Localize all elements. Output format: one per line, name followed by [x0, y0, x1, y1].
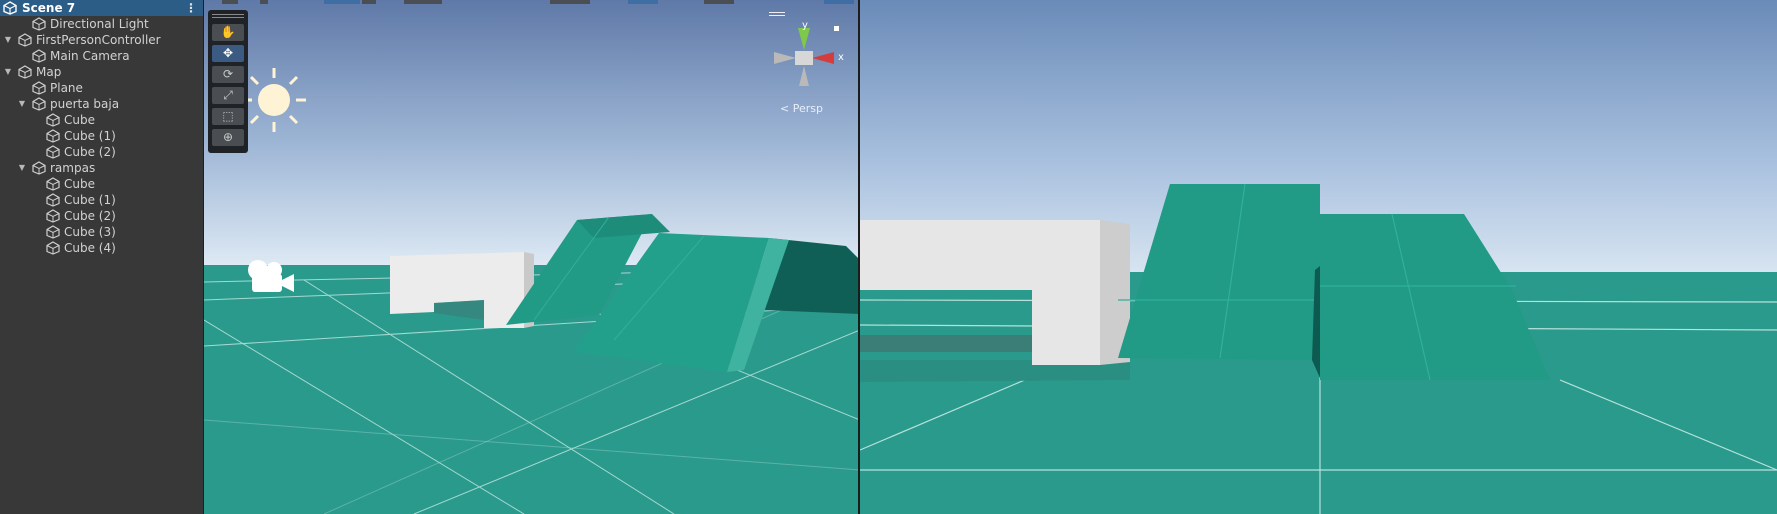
gameobject-cube-icon: [46, 209, 60, 223]
kebab-menu-icon[interactable]: ⋮: [185, 0, 197, 16]
scene-view[interactable]: y x: [204, 0, 860, 514]
gameobject-cube-icon: [32, 49, 46, 63]
foldout-arrow-icon[interactable]: ▼: [16, 160, 28, 176]
projection-text: Persp: [792, 102, 823, 115]
hierarchy-item[interactable]: Plane: [0, 80, 203, 96]
gameobject-cube-icon: [46, 177, 60, 191]
gameobject-cube-icon: [32, 97, 46, 111]
gameobject-cube-icon: [32, 17, 46, 31]
hierarchy-item-label: Plane: [50, 81, 83, 95]
toolbar-stub[interactable]: [628, 0, 658, 4]
directional-light-gizmo: [242, 68, 306, 132]
gameobject-cube-icon: [46, 129, 60, 143]
projection-label[interactable]: < Persp: [780, 102, 840, 115]
hierarchy-item-label: Main Camera: [50, 49, 130, 63]
rotate-tool[interactable]: ⟳: [212, 66, 244, 83]
palette-grip-icon[interactable]: [212, 12, 244, 20]
rotate-icon: ⟳: [222, 67, 234, 81]
gameobject-cube-icon: [46, 145, 60, 159]
hierarchy-item[interactable]: Cube (1): [0, 128, 203, 144]
toolbar-stub[interactable]: [222, 0, 238, 4]
scene-tool-palette: ✋ ✥ ⟳ ⤢ ⬚ ⊕: [208, 10, 248, 153]
unity-logo-icon: [3, 1, 17, 15]
hierarchy-item[interactable]: ▼ puerta baja: [0, 96, 203, 112]
hierarchy-item[interactable]: Directional Light: [0, 16, 203, 32]
scene-viewport-render: [204, 0, 860, 514]
scale-tool[interactable]: ⤢: [212, 87, 244, 104]
hierarchy-item[interactable]: ▼ Map: [0, 64, 203, 80]
hand-icon: ✋: [220, 25, 236, 39]
gameobject-cube-icon: [32, 81, 46, 95]
toolbar-stub[interactable]: [362, 0, 376, 4]
gameobject-cube-icon: [18, 33, 32, 47]
hierarchy-item-label: Cube: [64, 113, 95, 127]
hierarchy-item[interactable]: Cube (3): [0, 224, 203, 240]
rect-tool[interactable]: ⬚: [212, 108, 244, 125]
transform-icon: ⊕: [222, 130, 234, 144]
gameobject-cube-icon: [18, 65, 32, 79]
foldout-arrow-icon[interactable]: ▼: [16, 96, 28, 112]
hierarchy-item[interactable]: Cube (2): [0, 208, 203, 224]
hierarchy-item-label: Directional Light: [50, 17, 149, 31]
hierarchy-item-label: Cube (1): [64, 129, 116, 143]
hierarchy-item[interactable]: Cube (2): [0, 144, 203, 160]
hierarchy-item[interactable]: ▼ FirstPersonController: [0, 32, 203, 48]
hierarchy-item-label: rampas: [50, 161, 96, 175]
hierarchy-item-label: Cube: [64, 177, 95, 191]
game-viewport-render: [860, 0, 1777, 514]
rect-tool-icon: ⬚: [222, 109, 234, 123]
hierarchy-item-label: Cube (2): [64, 145, 116, 159]
gameobject-cube-icon: [32, 161, 46, 175]
foldout-arrow-icon[interactable]: ▼: [2, 32, 14, 48]
move-arrows-icon: ✥: [222, 46, 234, 60]
hierarchy-item[interactable]: Cube (4): [0, 240, 203, 256]
hierarchy-item-label: Cube (2): [64, 209, 116, 223]
scale-icon: ⤢: [223, 88, 233, 102]
hierarchy-item-label: Cube (1): [64, 193, 116, 207]
gameobject-cube-icon: [46, 225, 60, 239]
toolbar-stub[interactable]: [824, 0, 854, 4]
toolbar-stub[interactable]: [260, 0, 268, 4]
gameobject-cube-icon: [46, 241, 60, 255]
hierarchy-item-label: Cube (3): [64, 225, 116, 239]
toolbar-stub[interactable]: [324, 0, 360, 4]
hierarchy-list: Directional Light ▼ FirstPersonController M…: [0, 16, 203, 256]
toolbar-stub[interactable]: [550, 0, 590, 4]
toolbar-stub[interactable]: [404, 0, 442, 4]
gizmo-x-label: x: [838, 52, 844, 63]
gameobject-cube-icon: [46, 113, 60, 127]
hierarchy-panel: Scene 7 ⋮ Directional Light ▼ FirstPersonC…: [0, 0, 204, 514]
gizmo-lock-icon[interactable]: [834, 26, 839, 31]
hierarchy-item[interactable]: Main Camera: [0, 48, 203, 64]
scene-toolbar-strip: [204, 0, 860, 4]
gizmo-y-label: y: [802, 20, 808, 31]
move-tool[interactable]: ✥: [212, 45, 244, 62]
hierarchy-item-label: Map: [36, 65, 62, 79]
toolbar-stub[interactable]: [704, 0, 734, 4]
hierarchy-item-label: puerta baja: [50, 97, 120, 111]
hierarchy-item[interactable]: Cube (1): [0, 192, 203, 208]
foldout-arrow-icon[interactable]: ▼: [2, 64, 14, 80]
hierarchy-item-label: Cube (4): [64, 241, 116, 255]
transform-tool[interactable]: ⊕: [212, 129, 244, 146]
hierarchy-item[interactable]: ▼ rampas: [0, 160, 203, 176]
hierarchy-item[interactable]: Cube: [0, 112, 203, 128]
game-view[interactable]: [860, 0, 1777, 514]
hierarchy-scene-row[interactable]: Scene 7 ⋮: [0, 0, 203, 16]
gameobject-cube-icon: [46, 193, 60, 207]
hierarchy-item[interactable]: Cube: [0, 176, 203, 192]
gizmo-menu-icon[interactable]: [769, 12, 785, 18]
hand-tool[interactable]: ✋: [212, 24, 244, 41]
hierarchy-item-label: FirstPersonController: [36, 33, 161, 47]
scene-name: Scene 7: [22, 1, 76, 15]
